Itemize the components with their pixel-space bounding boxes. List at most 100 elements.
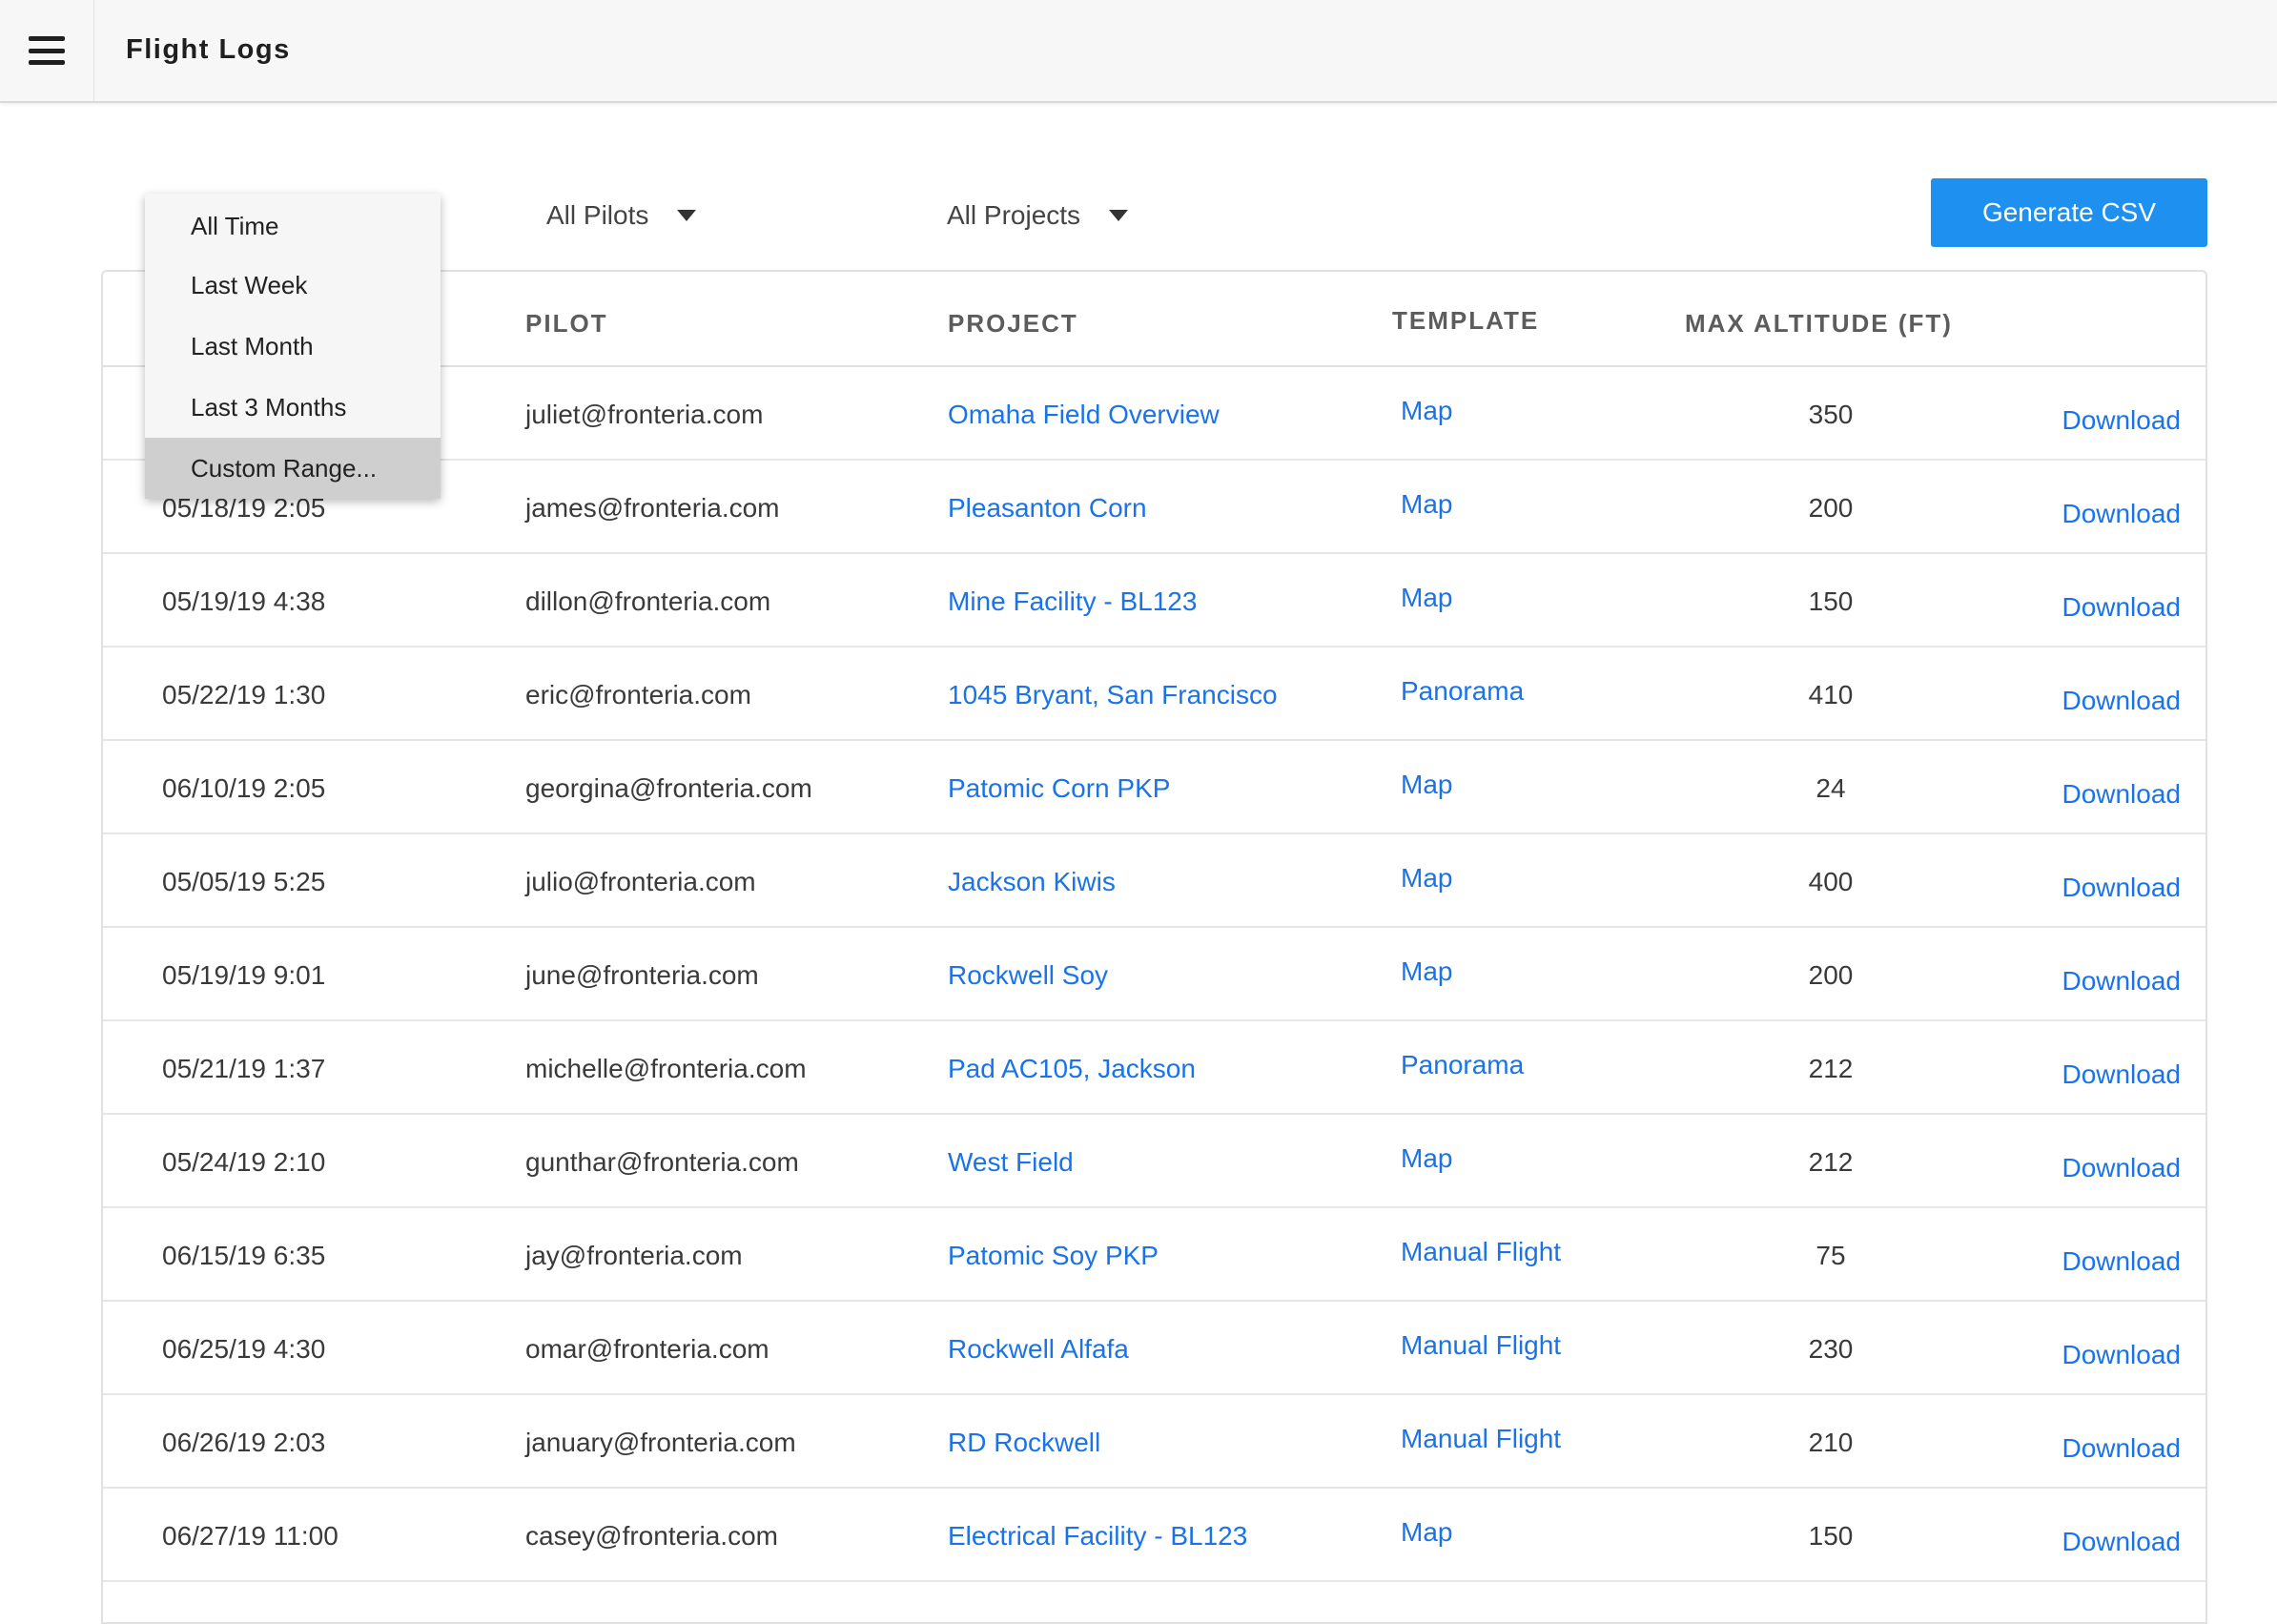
table-row: 06/27/19 11:00 casey@fronteria.com Electri… xyxy=(103,1489,2205,1582)
download-link[interactable]: Download xyxy=(2062,592,2181,623)
project-link[interactable]: RD Rockwell xyxy=(948,1428,1100,1458)
download-link[interactable]: Download xyxy=(2062,1059,2181,1090)
flight-date: 06/10/19 2:05 xyxy=(162,773,326,803)
project-link[interactable]: West Field xyxy=(948,1147,1074,1178)
pilot-email: january@fronteria.com xyxy=(525,1428,796,1457)
table-row: 06/25/19 4:30 omar@fronteria.com Rockwell … xyxy=(103,1302,2205,1395)
dropdown-option-custom-range[interactable]: Custom Range... xyxy=(145,438,441,499)
max-altitude: 200 xyxy=(1808,960,1854,990)
page-title: Flight Logs xyxy=(126,34,291,65)
table-row: 06/15/19 6:35 jay@fronteria.com Patomic So… xyxy=(103,1208,2205,1302)
project-link[interactable]: Patomic Corn PKP xyxy=(948,773,1170,804)
max-altitude: 212 xyxy=(1808,1054,1854,1083)
download-link[interactable]: Download xyxy=(2062,873,2181,903)
template-link[interactable]: Map xyxy=(1401,770,1452,800)
project-filter[interactable]: All Projects xyxy=(947,200,1129,231)
project-link[interactable]: Patomic Soy PKP xyxy=(948,1241,1159,1271)
project-link[interactable]: Electrical Facility - BL123 xyxy=(948,1521,1247,1552)
dropdown-option-last-3-months[interactable]: Last 3 Months xyxy=(145,377,441,438)
table-row: 05/19/19 9:01 june@fronteria.com Rockwell … xyxy=(103,928,2205,1021)
table-row: 05/05/19 5:25 julio@fronteria.com Jackson … xyxy=(103,834,2205,928)
pilot-email: michelle@fronteria.com xyxy=(525,1054,807,1083)
flight-date: 05/05/19 5:25 xyxy=(162,867,326,896)
project-link[interactable]: Jackson Kiwis xyxy=(948,867,1116,897)
pilot-email: casey@fronteria.com xyxy=(525,1521,778,1551)
project-link[interactable]: 1045 Bryant, San Francisco xyxy=(948,680,1278,710)
flight-date: 05/22/19 1:30 xyxy=(162,680,326,709)
menu-button[interactable] xyxy=(0,0,94,101)
download-link[interactable]: Download xyxy=(2062,1433,2181,1464)
hamburger-menu-icon xyxy=(29,36,65,65)
download-link[interactable]: Download xyxy=(2062,1246,2181,1277)
column-header-pilot[interactable]: PILOT xyxy=(525,309,608,339)
caret-down-icon xyxy=(1109,210,1129,221)
template-link[interactable]: Map xyxy=(1401,489,1452,520)
pilot-email: omar@fronteria.com xyxy=(525,1334,769,1364)
flight-date: 06/25/19 4:30 xyxy=(162,1334,326,1364)
table-row: 05/19/19 4:38 dillon@fronteria.com Mine Fa… xyxy=(103,554,2205,648)
flight-date: 05/24/19 2:10 xyxy=(162,1147,326,1177)
project-link[interactable]: Omaha Field Overview xyxy=(948,400,1220,430)
download-link[interactable]: Download xyxy=(2062,1527,2181,1557)
project-link[interactable]: Pad AC105, Jackson xyxy=(948,1054,1196,1084)
max-altitude: 400 xyxy=(1808,867,1854,896)
max-altitude: 410 xyxy=(1808,680,1854,709)
template-link[interactable]: Map xyxy=(1401,863,1452,894)
flight-date: 06/27/19 11:00 xyxy=(162,1521,338,1551)
pilot-email: june@fronteria.com xyxy=(525,960,759,990)
download-link[interactable]: Download xyxy=(2062,499,2181,529)
dropdown-option-last-week[interactable]: Last Week xyxy=(145,255,441,316)
generate-csv-button[interactable]: Generate CSV xyxy=(1931,178,2207,247)
table-row: 05/21/19 1:37 michelle@fronteria.com Pad A… xyxy=(103,1021,2205,1115)
dropdown-option-last-month[interactable]: Last Month xyxy=(145,316,441,377)
time-range-dropdown-menu: All Time Last Week Last Month Last 3 Mon… xyxy=(145,194,441,499)
pilot-email: james@fronteria.com xyxy=(525,493,780,523)
table-row: 05/24/19 2:10 gunthar@fronteria.com West F… xyxy=(103,1115,2205,1208)
template-link[interactable]: Map xyxy=(1401,1143,1452,1174)
max-altitude: 150 xyxy=(1808,586,1854,616)
project-link[interactable]: Mine Facility - BL123 xyxy=(948,586,1197,617)
download-link[interactable]: Download xyxy=(2062,779,2181,810)
flight-date: 05/19/19 9:01 xyxy=(162,960,326,990)
template-link[interactable]: Map xyxy=(1401,956,1452,987)
dropdown-option-all-time[interactable]: All Time xyxy=(145,195,441,257)
max-altitude: 200 xyxy=(1808,493,1854,523)
template-link[interactable]: Panorama xyxy=(1401,1050,1524,1080)
max-altitude: 75 xyxy=(1815,1241,1846,1270)
download-link[interactable]: Download xyxy=(2062,686,2181,716)
pilot-email: gunthar@fronteria.com xyxy=(525,1147,799,1177)
pilot-email: juliet@fronteria.com xyxy=(525,400,764,429)
template-link[interactable]: Manual Flight xyxy=(1401,1237,1561,1267)
pilot-email: jay@fronteria.com xyxy=(525,1241,743,1270)
download-link[interactable]: Download xyxy=(2062,405,2181,436)
table-row: 06/26/19 2:03 january@fronteria.com RD Roc… xyxy=(103,1395,2205,1489)
template-link[interactable]: Map xyxy=(1401,583,1452,613)
project-link[interactable]: Pleasanton Corn xyxy=(948,493,1147,524)
column-header-template[interactable]: TEMPLATE xyxy=(1392,306,1539,336)
max-altitude: 210 xyxy=(1808,1428,1854,1457)
project-link[interactable]: Rockwell Soy xyxy=(948,960,1108,991)
download-link[interactable]: Download xyxy=(2062,1340,2181,1370)
max-altitude: 24 xyxy=(1815,773,1846,803)
flight-date: 05/19/19 4:38 xyxy=(162,586,326,616)
project-link[interactable]: Rockwell Alfafa xyxy=(948,1334,1129,1365)
max-altitude: 350 xyxy=(1808,400,1854,429)
table-row: 06/10/19 2:05 georgina@fronteria.com Patom… xyxy=(103,741,2205,834)
pilot-filter[interactable]: All Pilots xyxy=(546,200,697,231)
column-header-project[interactable]: PROJECT xyxy=(948,309,1078,339)
template-link[interactable]: Map xyxy=(1401,1517,1452,1548)
download-link[interactable]: Download xyxy=(2062,966,2181,997)
template-link[interactable]: Manual Flight xyxy=(1401,1330,1561,1361)
max-altitude: 230 xyxy=(1808,1334,1854,1364)
pilot-email: eric@fronteria.com xyxy=(525,680,751,709)
template-link[interactable]: Panorama xyxy=(1401,676,1524,707)
download-link[interactable]: Download xyxy=(2062,1153,2181,1183)
template-link[interactable]: Manual Flight xyxy=(1401,1424,1561,1454)
flight-date: 05/21/19 1:37 xyxy=(162,1054,326,1083)
top-bar: Flight Logs xyxy=(0,0,2277,103)
pilot-email: georgina@fronteria.com xyxy=(525,773,812,803)
pilot-email: julio@fronteria.com xyxy=(525,867,756,896)
template-link[interactable]: Map xyxy=(1401,396,1452,426)
column-header-max-altitude[interactable]: MAX ALTITUDE (FT) xyxy=(1685,309,1953,339)
table-row: 05/22/19 1:30 eric@fronteria.com 1045 Brya… xyxy=(103,648,2205,741)
